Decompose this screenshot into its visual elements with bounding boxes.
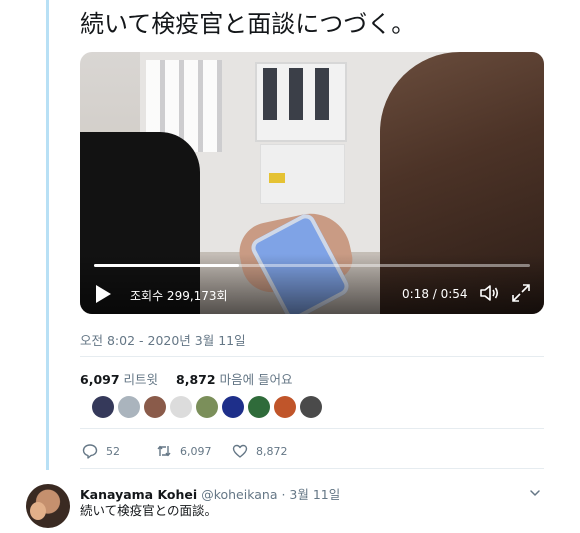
liker-avatar[interactable] [144, 396, 166, 418]
liker-avatar[interactable] [170, 396, 192, 418]
fullscreen-icon[interactable] [510, 282, 532, 304]
reply-icon [82, 444, 98, 459]
divider [80, 356, 544, 357]
divider [80, 428, 544, 429]
play-icon[interactable] [96, 285, 111, 303]
liker-avatar[interactable] [196, 396, 218, 418]
retweet-stat[interactable]: 6,097 리트윗 [80, 372, 158, 387]
chevron-down-icon[interactable] [528, 486, 542, 500]
video-view-count: 조회수 299,173회 [130, 289, 228, 303]
tweet-stats: 6,097 리트윗 8,872 마음에 들어요 [80, 369, 293, 388]
divider [80, 468, 544, 469]
liker-avatars [92, 396, 326, 418]
avatar[interactable] [26, 484, 70, 528]
like-count: 8,872 [256, 444, 288, 458]
like-stat[interactable]: 8,872 마음에 들어요 [176, 372, 293, 387]
heart-icon [232, 444, 248, 458]
liker-avatar[interactable] [300, 396, 322, 418]
liker-avatar[interactable] [222, 396, 244, 418]
reply-button[interactable]: 52 [82, 442, 120, 460]
like-button[interactable]: 8,872 [232, 442, 288, 460]
video-progress-bar[interactable] [94, 264, 530, 267]
liker-avatar[interactable] [92, 396, 114, 418]
thread-line [46, 0, 49, 470]
liker-avatar[interactable] [248, 396, 270, 418]
liker-avatar[interactable] [274, 396, 296, 418]
reply-text: 続いて検疫官との面談。 [80, 503, 218, 518]
tweet-timestamp[interactable]: 오전 8:02 - 2020년 3월 11일 [80, 330, 246, 349]
retweet-count: 6,097 [180, 444, 212, 458]
video-progress-fill [94, 264, 240, 267]
video-time: 0:18 / 0:54 [402, 287, 468, 301]
volume-icon[interactable] [478, 282, 500, 304]
liker-avatar[interactable] [118, 396, 140, 418]
tweet-text: 続いて検疫官と面談につづく。 [80, 10, 416, 38]
video-player[interactable]: 조회수 299,173회 0:18 / 0:54 [80, 52, 544, 314]
retweet-button[interactable]: 6,097 [156, 442, 212, 460]
reply-handle-date[interactable]: @koheikana · 3월 11일 [201, 487, 340, 502]
retweet-icon [157, 445, 171, 457]
reply-count: 52 [106, 444, 120, 458]
